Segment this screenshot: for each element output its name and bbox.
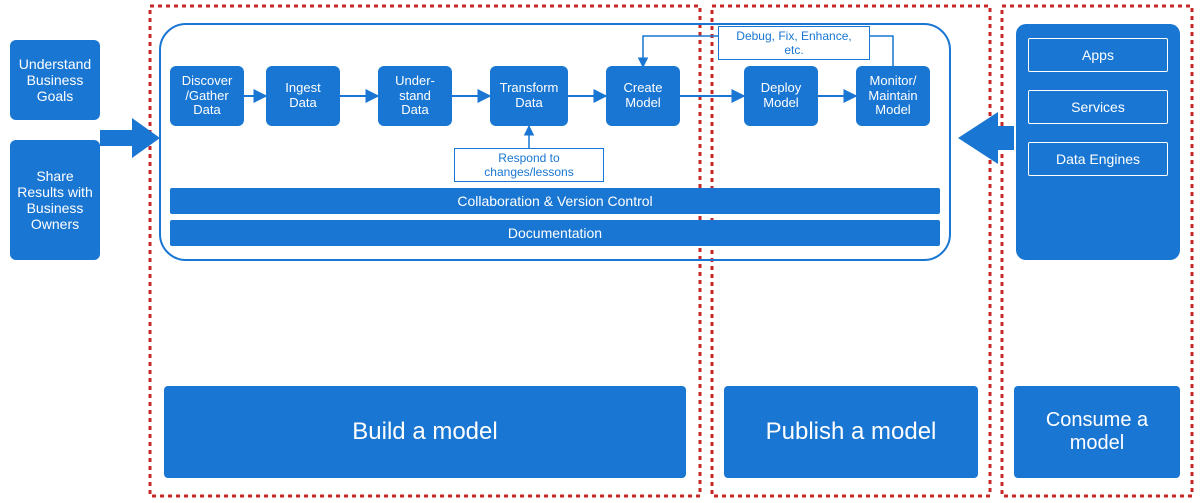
step-understand-data: Under-stand Data: [378, 66, 452, 126]
step-monitor-maintain-model: Monitor/ Maintain Model: [856, 66, 930, 126]
node-share-results: Share Results with Business Owners: [10, 140, 100, 260]
consumer-services: Services: [1028, 90, 1168, 124]
bar-collaboration-version-control: Collaboration & Version Control: [170, 188, 940, 214]
annotation-debug-fix-enhance: Debug, Fix, Enhance, etc.: [718, 26, 870, 60]
consumers-panel: Apps Services Data Engines: [1016, 24, 1180, 260]
step-deploy-model: Deploy Model: [744, 66, 818, 126]
consumer-apps: Apps: [1028, 38, 1168, 72]
node-understand-business-goals: Understand Business Goals: [10, 40, 100, 120]
phase-build-a-model: Build a model: [164, 386, 686, 478]
step-create-model: Create Model: [606, 66, 680, 126]
annotation-respond-to-changes: Respond to changes/lessons: [454, 148, 604, 182]
step-transform-data: Transform Data: [490, 66, 568, 126]
phase-publish-a-model: Publish a model: [724, 386, 978, 478]
phase-consume-a-model: Consume a model: [1014, 386, 1180, 478]
step-discover-gather-data: Discover /Gather Data: [170, 66, 244, 126]
consumer-data-engines: Data Engines: [1028, 142, 1168, 176]
step-ingest-data: Ingest Data: [266, 66, 340, 126]
bar-documentation: Documentation: [170, 220, 940, 246]
